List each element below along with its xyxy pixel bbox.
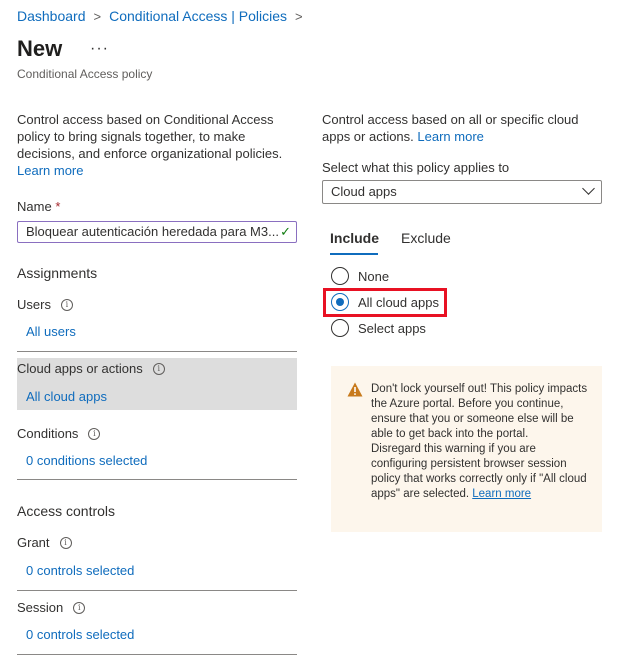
divider [17,654,297,655]
name-label-text: Name [17,199,52,214]
conditions-label-text: Conditions [17,426,79,441]
session-value-link[interactable]: 0 controls selected [26,627,134,642]
left-learn-more-link[interactable]: Learn more [17,163,83,178]
warning-text: Don't lock yourself out! This policy imp… [371,382,591,502]
tab-include[interactable]: Include [330,230,379,246]
session-label: Session i [17,600,86,615]
divider [17,479,297,480]
radio-select-apps-label: Select apps [358,320,426,336]
conditions-value-link[interactable]: 0 conditions selected [26,453,147,468]
right-description: Control access based on all or specific … [322,111,592,145]
info-icon[interactable]: i [59,536,72,549]
info-icon[interactable]: i [73,601,86,614]
radio-circle[interactable] [331,319,349,337]
name-input-value: Bloquear autenticación heredada para M3.… [26,224,279,239]
page-title: New [17,36,63,61]
breadcrumb-dashboard[interactable]: Dashboard [17,8,86,24]
access-controls-heading: Access controls [17,503,116,519]
applies-to-dropdown[interactable]: Cloud apps [322,180,602,204]
name-label: Name * [17,199,60,214]
page-subtitle: Conditional Access policy [17,67,153,81]
name-input[interactable]: Bloquear autenticación heredada para M3.… [17,221,297,243]
left-description: Control access based on Conditional Acce… [17,111,297,179]
grant-value-link[interactable]: 0 controls selected [26,563,134,578]
assignments-heading: Assignments [17,265,98,281]
divider [17,590,297,591]
grant-label-text: Grant [17,535,50,550]
users-label: Users i [17,297,73,312]
highlight-annotation [323,288,447,317]
radio-none[interactable]: None [331,267,389,285]
breadcrumb-policies[interactable]: Conditional Access | Policies [109,8,287,24]
divider [17,351,297,352]
checkmark-icon: ✓ [280,224,291,239]
chevron-right-icon: > [295,8,303,24]
grant-label: Grant i [17,535,72,550]
tab-active-indicator [330,253,378,255]
more-options-button[interactable]: ··· [90,40,109,58]
users-value-link[interactable]: All users [26,324,76,339]
required-marker: * [55,199,61,214]
breadcrumb: Dashboard > Conditional Access | Policie… [17,8,311,24]
radio-circle[interactable] [331,267,349,285]
warning-icon [347,382,363,397]
applies-to-label: Select what this policy applies to [322,160,510,175]
tab-exclude[interactable]: Exclude [401,230,451,246]
chevron-right-icon: > [93,8,102,24]
cloud-apps-value-link[interactable]: All cloud apps [26,389,107,404]
radio-select-apps[interactable]: Select apps [331,319,426,337]
users-label-text: Users [17,297,51,312]
info-icon[interactable]: i [152,362,165,375]
cloud-apps-label-text: Cloud apps or actions [17,361,143,376]
cloud-apps-label: Cloud apps or actions i [17,361,165,376]
warning-line-1: Don't lock yourself out! This policy imp… [371,383,588,440]
info-icon[interactable]: i [88,427,101,440]
chevron-down-icon [582,182,595,195]
warning-learn-more-link[interactable]: Learn more [472,488,531,500]
dropdown-value: Cloud apps [331,184,397,199]
radio-none-label: None [358,268,390,284]
conditions-label: Conditions i [17,426,101,441]
left-description-text: Control access based on Conditional Acce… [17,112,283,161]
session-label-text: Session [17,600,64,615]
right-learn-more-link[interactable]: Learn more [417,129,483,144]
info-icon[interactable]: i [60,298,73,311]
